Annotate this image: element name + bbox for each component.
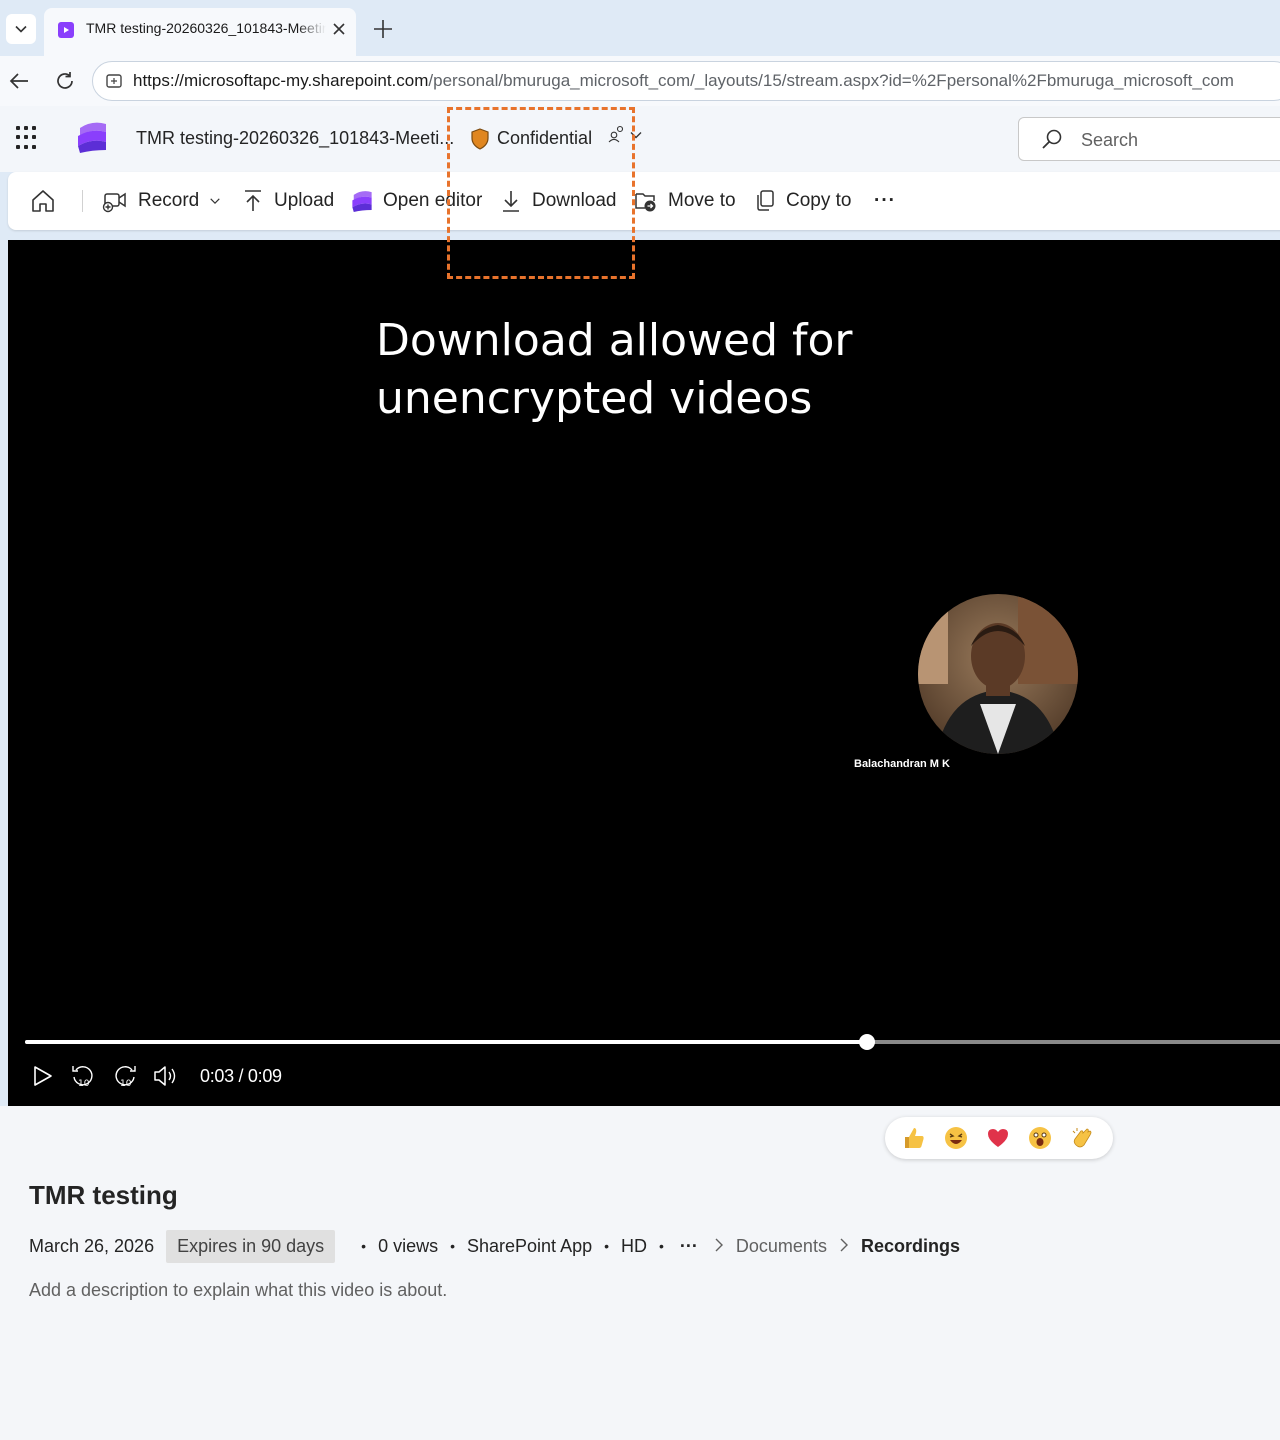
chevron-down-icon xyxy=(15,25,27,33)
command-bar: Record Upload Open editor Download Move … xyxy=(8,172,1280,230)
recording-date: March 26, 2026 xyxy=(29,1235,155,1256)
browser-tab[interactable]: TMR testing-20260326_101843-Meeting Reco… xyxy=(44,8,356,56)
copy-icon xyxy=(757,190,774,211)
app-header: TMR testing-20260326_101843-Meeti... Con… xyxy=(0,106,1280,172)
stream-logo-icon[interactable] xyxy=(76,120,108,154)
copy-to-label: Copy to xyxy=(786,190,852,211)
overlay-caption: Download allowed for unencrypted videos xyxy=(376,312,896,428)
search-icon xyxy=(1042,129,1062,149)
reactions-bar xyxy=(885,1117,1113,1159)
video-record-icon xyxy=(102,192,126,213)
svg-text:10: 10 xyxy=(78,1079,90,1089)
description-placeholder[interactable]: Add a description to explain what this v… xyxy=(29,1280,447,1301)
url-host: https://microsoftapc-my.sharepoint.com xyxy=(133,71,429,90)
clap-icon[interactable] xyxy=(1069,1125,1095,1151)
move-to-label: Move to xyxy=(668,190,736,211)
tab-title: TMR testing-20260326_101843-Meeting Reco… xyxy=(86,20,326,36)
separator-dot: • xyxy=(450,1238,455,1254)
copy-to-button[interactable]: Copy to xyxy=(754,172,851,230)
reload-button[interactable] xyxy=(52,68,78,94)
overlay-caption-line-1: Download allowed for xyxy=(376,315,853,366)
breadcrumb-more[interactable]: ··· xyxy=(680,1236,698,1257)
svg-text:10: 10 xyxy=(120,1079,132,1089)
address-bar[interactable]: https://microsoftapc-my.sharepoint.com/p… xyxy=(92,61,1280,101)
reload-icon xyxy=(57,72,73,89)
volume-icon[interactable] xyxy=(152,1064,178,1088)
app-launcher-icon[interactable] xyxy=(16,126,40,150)
surprised-icon[interactable] xyxy=(1027,1125,1053,1151)
divider xyxy=(82,190,83,212)
rewind-10-icon[interactable]: 10 xyxy=(70,1062,96,1090)
new-tab-button[interactable] xyxy=(368,14,398,44)
search-placeholder: Search xyxy=(1081,130,1139,150)
separator-dot: • xyxy=(604,1238,610,1254)
separator-dot: • xyxy=(659,1238,664,1254)
url-path: /personal/bmuruga_microsoft_com/_layouts… xyxy=(428,71,1234,90)
more-commands-button[interactable]: ··· xyxy=(874,172,896,230)
forward-10-icon[interactable]: 10 xyxy=(112,1062,138,1090)
chevron-down-icon xyxy=(210,198,220,204)
url-text[interactable]: https://microsoftapc-my.sharepoint.com/p… xyxy=(133,71,1280,91)
view-count: 0 views xyxy=(378,1235,439,1256)
breadcrumb-documents[interactable]: Documents xyxy=(736,1236,827,1257)
breadcrumb-recordings[interactable]: Recordings xyxy=(861,1236,960,1257)
chevron-right-icon xyxy=(714,1236,724,1257)
stream-favicon-icon xyxy=(58,22,74,38)
upload-icon xyxy=(245,190,261,211)
laughing-icon[interactable] xyxy=(943,1125,969,1151)
home-icon xyxy=(32,190,54,212)
site-info-icon[interactable] xyxy=(105,72,123,90)
video-title[interactable]: TMR testing xyxy=(29,1180,178,1211)
thumbs-up-icon[interactable] xyxy=(901,1125,927,1151)
video-metadata: March 26, 2026 Expires in 90 days • 0 vi… xyxy=(29,1229,960,1263)
record-button[interactable]: Record xyxy=(102,172,221,230)
quality-label: HD xyxy=(621,1235,648,1256)
video-player[interactable]: Download allowed for unencrypted videos … xyxy=(8,240,1280,1106)
browser-tab-strip: TMR testing-20260326_101843-Meeting Reco… xyxy=(0,0,1280,56)
tab-close-button[interactable] xyxy=(328,18,350,40)
separator-dot: • xyxy=(361,1238,367,1254)
stream-logo-icon xyxy=(352,191,372,212)
participant-name: Balachandran M K xyxy=(854,758,950,770)
plus-icon xyxy=(374,20,392,38)
play-icon[interactable] xyxy=(30,1064,54,1088)
document-title[interactable]: TMR testing-20260326_101843-Meeti... xyxy=(136,128,454,149)
download-highlight-box xyxy=(447,107,635,279)
search-box[interactable]: Search xyxy=(1018,117,1280,161)
tab-list-button[interactable] xyxy=(6,14,36,44)
progress-bar[interactable] xyxy=(25,1034,1280,1050)
browser-toolbar: https://microsoftapc-my.sharepoint.com/p… xyxy=(0,56,1280,106)
progress-fill xyxy=(25,1040,867,1044)
record-label: Record xyxy=(138,190,200,211)
move-to-button[interactable]: Move to xyxy=(634,172,736,230)
upload-button[interactable]: Upload xyxy=(242,172,334,230)
progress-handle[interactable] xyxy=(859,1034,875,1050)
arrow-left-icon xyxy=(9,73,28,89)
close-icon xyxy=(333,23,345,35)
time-readout: 0:03 / 0:09 xyxy=(200,1066,282,1086)
chevron-right-icon xyxy=(839,1236,849,1257)
folder-move-icon xyxy=(635,193,656,212)
home-button[interactable] xyxy=(30,172,66,230)
overlay-caption-line-2: unencrypted videos xyxy=(376,373,813,424)
participant-avatar xyxy=(918,594,1078,754)
upload-label: Upload xyxy=(274,190,335,211)
expiration-badge[interactable]: Expires in 90 days xyxy=(166,1229,336,1263)
back-button[interactable] xyxy=(6,68,32,94)
heart-icon[interactable] xyxy=(985,1125,1011,1151)
app-source: SharePoint App xyxy=(467,1235,593,1256)
